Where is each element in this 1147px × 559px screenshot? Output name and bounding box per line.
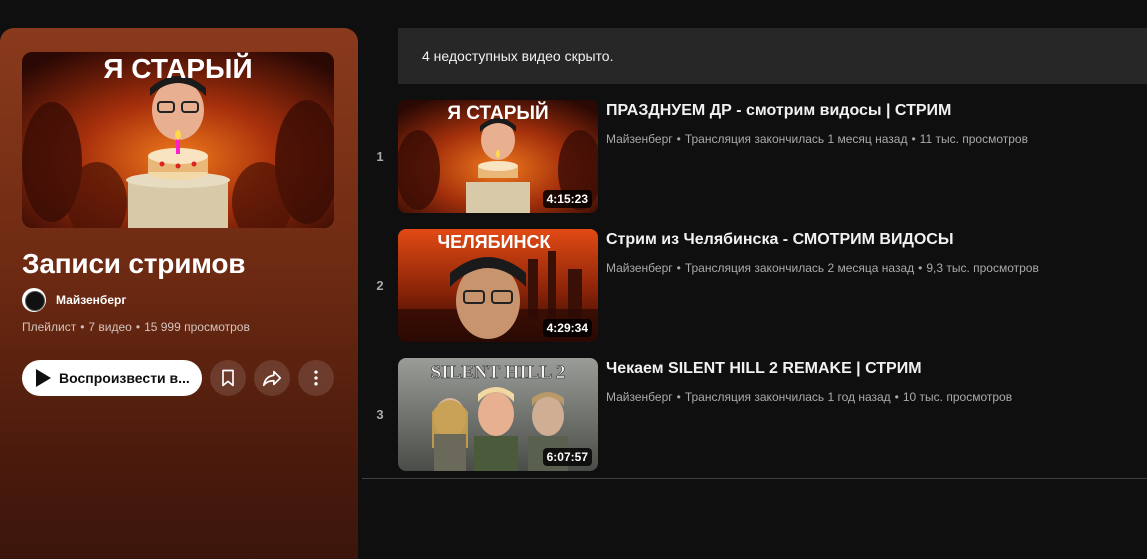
share-button[interactable] [254, 360, 290, 396]
meta-separator: • [135, 320, 141, 334]
playlist-views: 15 999 просмотров [144, 320, 250, 334]
channel-name[interactable]: Майзенберг [606, 132, 673, 146]
playlist-thumbnail-text: Я СТАРЫЙ [103, 52, 252, 84]
video-title[interactable]: Чекаем SILENT HILL 2 REMAKE | СТРИМ [606, 360, 922, 378]
play-all-button[interactable]: Воспроизвести в... [22, 360, 202, 396]
notice-text: 4 недоступных видео скрыто. [422, 48, 614, 64]
video-duration: 4:29:34 [542, 319, 592, 337]
video-meta: Майзенберг • Трансляция закончилась 2 ме… [606, 261, 1039, 275]
more-vertical-icon [314, 370, 318, 386]
stream-status: Трансляция закончилась 2 месяца назад [684, 261, 915, 275]
video-index: 1 [376, 149, 384, 164]
video-index: 2 [376, 278, 384, 293]
thumbnail-text: SILENT HILL 2 [431, 362, 566, 383]
play-all-label: Воспроизвести в... [59, 370, 190, 386]
video-duration: 6:07:57 [542, 448, 592, 466]
hidden-videos-notice: 4 недоступных видео скрыто. [398, 28, 1147, 84]
bookmark-icon [222, 369, 234, 387]
video-duration: 4:15:23 [542, 190, 592, 208]
playlist-video-item[interactable]: 3 SILENT HILL 2 6:07:57 Чекаем SILENT HI… [362, 358, 1147, 474]
playlist-thumbnail[interactable]: Я СТАРЫЙ [22, 52, 334, 228]
view-count: 9,3 тыс. просмотров [926, 261, 1039, 275]
channel-name[interactable]: Майзенберг [606, 390, 673, 404]
list-divider [362, 478, 1147, 479]
playlist-header-panel: Я СТАРЫЙ Записи стримов Майзенберг Плейл… [0, 28, 358, 559]
meta-separator: • [918, 261, 923, 275]
playlist-title: Записи стримов [22, 248, 246, 279]
video-meta: Майзенберг • Трансляция закончилась 1 ме… [606, 132, 1028, 146]
play-icon [36, 369, 51, 387]
video-thumbnail[interactable]: Я СТАРЫЙ 4:15:23 [398, 100, 598, 213]
meta-separator: • [80, 320, 85, 334]
video-title[interactable]: Стрим из Челябинска - СМОТРИМ ВИДОСЫ [606, 231, 954, 249]
more-actions-button[interactable] [298, 360, 334, 396]
playlist-thumbnail-image: Я СТАРЫЙ [22, 52, 334, 228]
share-icon [262, 370, 282, 387]
channel-avatar[interactable] [22, 288, 46, 312]
meta-separator: • [676, 261, 681, 275]
playlist-video-count: 7 видео [88, 320, 132, 334]
stream-status: Трансляция закончилась 1 месяц назад [684, 132, 908, 146]
playlist-type: Плейлист [22, 320, 77, 334]
meta-separator: • [676, 390, 681, 404]
playlist-video-item[interactable]: 2 ЧЕЛЯБИНСК 4:29:34 Стрим из Челябинска … [362, 229, 1147, 345]
meta-separator: • [911, 132, 916, 146]
view-count: 10 тыс. просмотров [902, 390, 1013, 404]
view-count: 11 тыс. просмотров [919, 132, 1028, 146]
playlist-meta: Плейлист • 7 видео • 15 999 просмотров [22, 320, 250, 334]
playlist-actions: Воспроизвести в... [22, 360, 334, 396]
video-meta: Майзенберг • Трансляция закончилась 1 го… [606, 390, 1012, 404]
meta-separator: • [676, 132, 681, 146]
save-playlist-button[interactable] [210, 360, 246, 396]
stream-status: Трансляция закончилась 1 год назад [684, 390, 891, 404]
video-thumbnail[interactable]: ЧЕЛЯБИНСК 4:29:34 [398, 229, 598, 342]
thumbnail-text: Я СТАРЫЙ [447, 102, 548, 124]
channel-name[interactable]: Майзенберг [606, 261, 673, 275]
video-index: 3 [376, 407, 384, 422]
video-title[interactable]: ПРАЗДНУЕМ ДР - смотрим видосы | СТРИМ [606, 102, 951, 120]
meta-separator: • [894, 390, 899, 404]
video-thumbnail[interactable]: SILENT HILL 2 6:07:57 [398, 358, 598, 471]
playlist-owner[interactable]: Майзенберг [22, 288, 126, 312]
playlist-page: Я СТАРЫЙ Записи стримов Майзенберг Плейл… [0, 0, 1147, 559]
owner-name[interactable]: Майзенберг [56, 293, 126, 307]
thumbnail-text: ЧЕЛЯБИНСК [437, 232, 551, 252]
playlist-video-item[interactable]: 1 Я СТАРЫЙ 4:15:23 ПРАЗДНУЕМ ДР - смотри… [362, 100, 1147, 216]
